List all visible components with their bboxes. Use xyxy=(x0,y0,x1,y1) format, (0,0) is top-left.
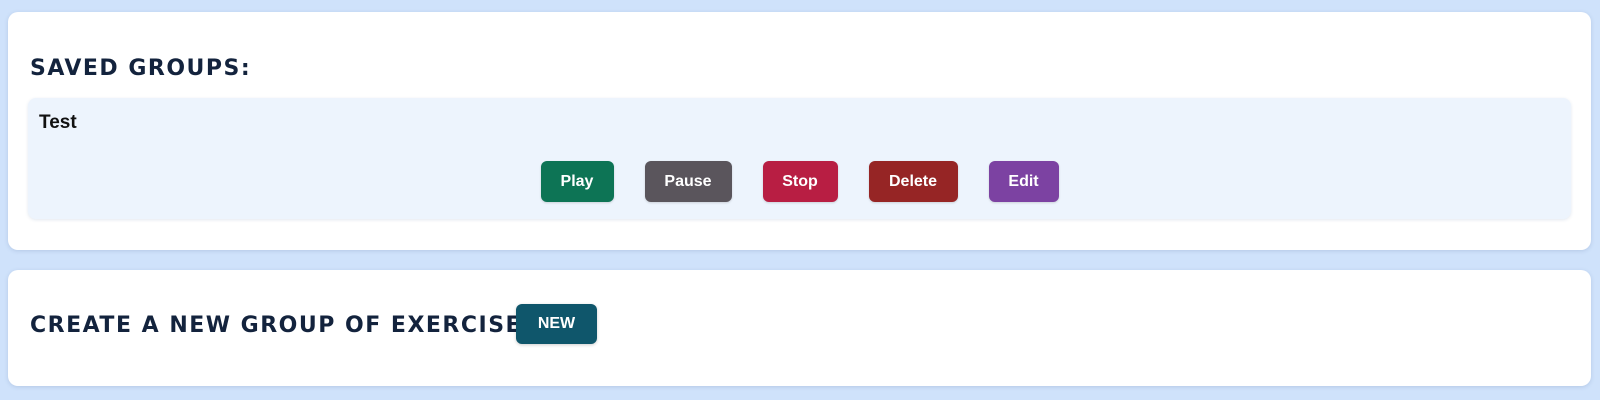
saved-groups-title: SAVED GROUPS: xyxy=(30,56,252,81)
play-button[interactable]: Play xyxy=(540,161,614,202)
edit-button[interactable]: Edit xyxy=(988,161,1059,202)
new-group-button[interactable]: NEW xyxy=(516,304,597,344)
stop-button[interactable]: Stop xyxy=(762,161,838,202)
delete-button[interactable]: Delete xyxy=(868,161,958,202)
pause-button[interactable]: Pause xyxy=(644,161,732,202)
group-actions: Play Pause Stop Delete Edit xyxy=(28,161,1571,202)
saved-group-item: Test Play Pause Stop Delete Edit xyxy=(28,98,1571,219)
group-name: Test xyxy=(39,112,77,133)
create-group-card: CREATE A NEW GROUP OF EXERCISES: NEW xyxy=(8,270,1591,386)
create-group-title: CREATE A NEW GROUP OF EXERCISES: xyxy=(30,313,550,338)
saved-groups-card: SAVED GROUPS: Test Play Pause Stop Delet… xyxy=(8,12,1591,250)
